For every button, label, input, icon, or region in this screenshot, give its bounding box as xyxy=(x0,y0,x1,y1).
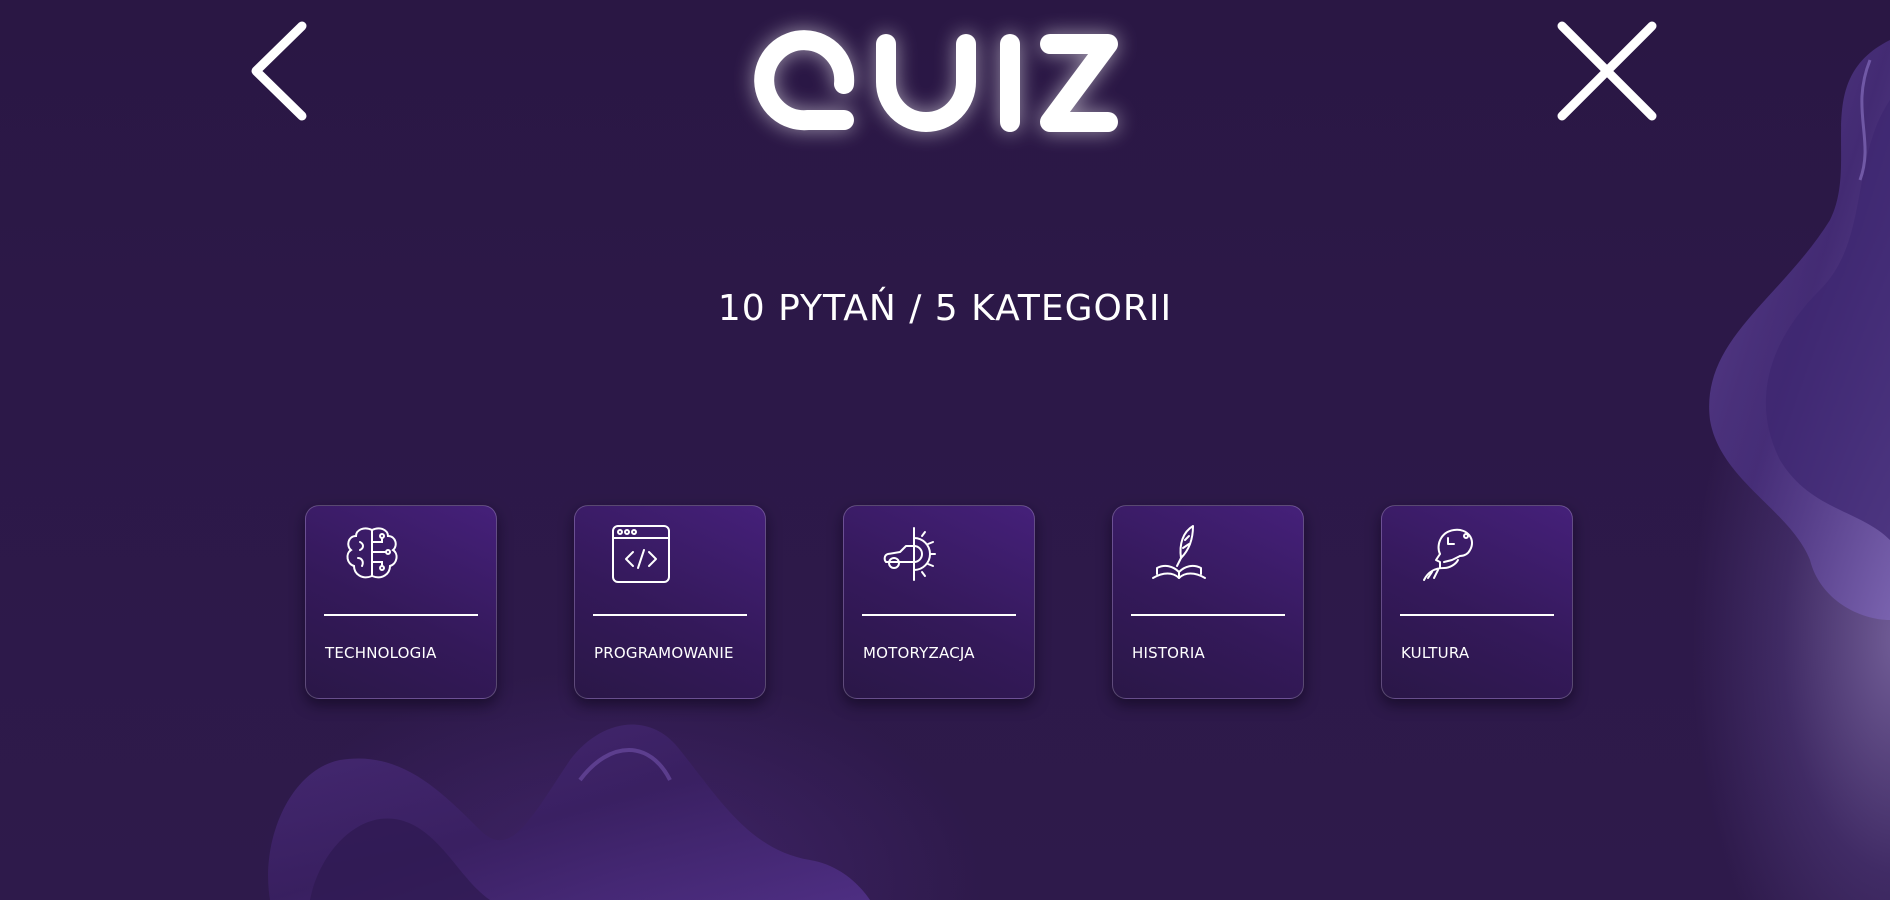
category-label: HISTORIA xyxy=(1132,644,1205,662)
quiz-logo xyxy=(754,30,1118,132)
card-divider xyxy=(862,614,1016,616)
code-window-icon xyxy=(612,525,670,583)
category-label: KULTURA xyxy=(1401,644,1470,662)
category-label: PROGRAMOWANIE xyxy=(594,644,734,662)
category-label: MOTORYZACJA xyxy=(863,644,975,662)
car-gear-icon xyxy=(883,527,936,581)
close-button[interactable] xyxy=(1554,18,1660,124)
card-divider xyxy=(593,614,747,616)
quill-book-icon xyxy=(1152,525,1206,579)
brain-circuit-icon xyxy=(346,527,398,579)
thinker-head-icon xyxy=(1423,528,1473,581)
category-card-kultura[interactable]: KULTURA xyxy=(1381,505,1573,699)
category-card-technologia[interactable]: TECHNOLOGIA xyxy=(305,505,497,699)
category-card-motoryzacja[interactable]: MOTORYZACJA xyxy=(843,505,1035,699)
back-button[interactable] xyxy=(244,18,314,124)
card-divider xyxy=(1400,614,1554,616)
silk-drape-right xyxy=(1709,40,1890,620)
card-divider xyxy=(324,614,478,616)
chevron-left-icon xyxy=(251,21,307,121)
card-divider xyxy=(1131,614,1285,616)
category-card-historia[interactable]: HISTORIA xyxy=(1112,505,1304,699)
silk-drape-bottom xyxy=(268,724,870,900)
category-label: TECHNOLOGIA xyxy=(325,644,437,662)
category-list: TECHNOLOGIA PROGRAMOWANIE MOTORYZACJA HI… xyxy=(305,505,1573,699)
close-icon xyxy=(1557,21,1657,121)
quiz-subtitle: 10 PYTAŃ / 5 KATEGORII xyxy=(717,288,1173,329)
category-card-programowanie[interactable]: PROGRAMOWANIE xyxy=(574,505,766,699)
